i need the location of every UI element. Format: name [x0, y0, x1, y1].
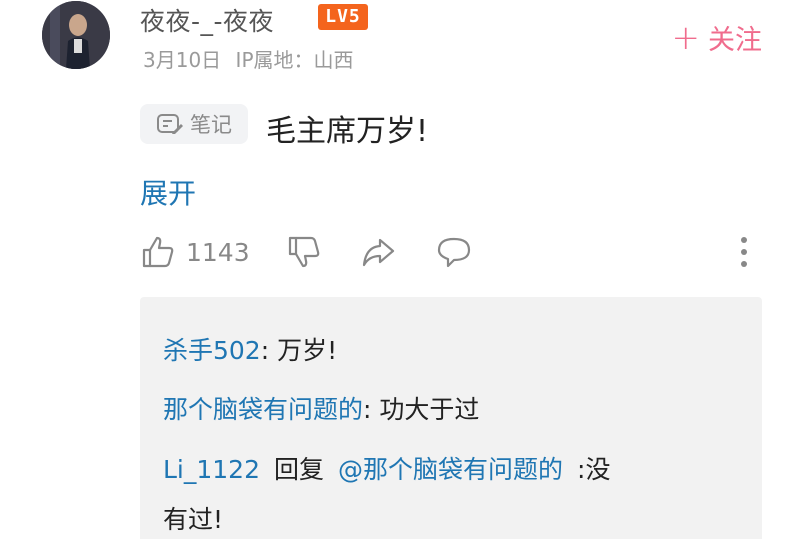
level-badge: LV5	[318, 4, 368, 30]
reply-item[interactable]: 杀手502: 万岁!	[163, 331, 337, 367]
comment-date: 3月10日	[143, 48, 222, 72]
reply-button[interactable]	[436, 234, 472, 270]
share-button[interactable]	[360, 234, 396, 270]
username[interactable]: 夜夜-_-夜夜	[140, 2, 274, 38]
reply-separator: :	[260, 336, 270, 365]
reply-author[interactable]: 那个脑袋有问题的	[163, 395, 363, 424]
reply-mention[interactable]: @那个脑袋有问题的	[338, 455, 563, 484]
more-button[interactable]	[734, 234, 754, 270]
expand-link[interactable]: 展开	[140, 172, 196, 212]
dislike-button[interactable]	[286, 234, 322, 270]
replies-panel[interactable]: 杀手502: 万岁! 那个脑袋有问题的: 功大于过 Li_1122 回复 @那个脑袋…	[140, 297, 762, 539]
avatar-image	[42, 1, 110, 69]
comment-meta: 3月10日 IP属地：山西	[143, 44, 354, 73]
like-count: 1143	[186, 237, 250, 267]
follow-label: 关注	[708, 25, 762, 56]
reply-text-line2: 有过!	[163, 505, 224, 534]
reply-item-continued: 有过!	[163, 500, 223, 536]
plus-icon: +	[671, 17, 701, 58]
reply-author[interactable]: 杀手502	[163, 336, 261, 365]
ip-location: IP属地：山西	[235, 48, 354, 72]
more-vertical-icon	[741, 237, 747, 267]
follow-button[interactable]: + 关注	[672, 18, 763, 57]
comment-icon	[437, 237, 471, 268]
action-bar: 1143	[140, 234, 770, 274]
reply-word: 回复	[274, 455, 325, 484]
avatar[interactable]	[42, 1, 110, 69]
reply-item[interactable]: 那个脑袋有问题的: 功大于过	[163, 390, 479, 426]
reply-text: 万岁!	[277, 336, 338, 365]
thumbs-down-icon	[288, 236, 320, 268]
note-edit-icon	[157, 114, 183, 134]
share-icon	[362, 238, 395, 267]
comment-text: 毛主席万岁!	[266, 114, 429, 149]
reply-separator: :	[363, 395, 372, 424]
thumbs-up-icon	[142, 236, 174, 268]
reply-text: 功大于过	[379, 395, 480, 424]
comment-card: 夜夜-_-夜夜 LV5 3月10日 IP属地：山西 + 关注 笔记 毛主席万岁!…	[0, 0, 800, 539]
note-tag[interactable]: 笔记	[140, 104, 248, 144]
reply-item[interactable]: Li_1122 回复 @那个脑袋有问题的:没	[163, 450, 610, 486]
reply-author[interactable]: Li_1122	[163, 455, 260, 484]
note-label: 笔记	[190, 113, 232, 137]
reply-text-line1: 没	[585, 455, 611, 484]
like-button[interactable]: 1143	[140, 234, 250, 270]
